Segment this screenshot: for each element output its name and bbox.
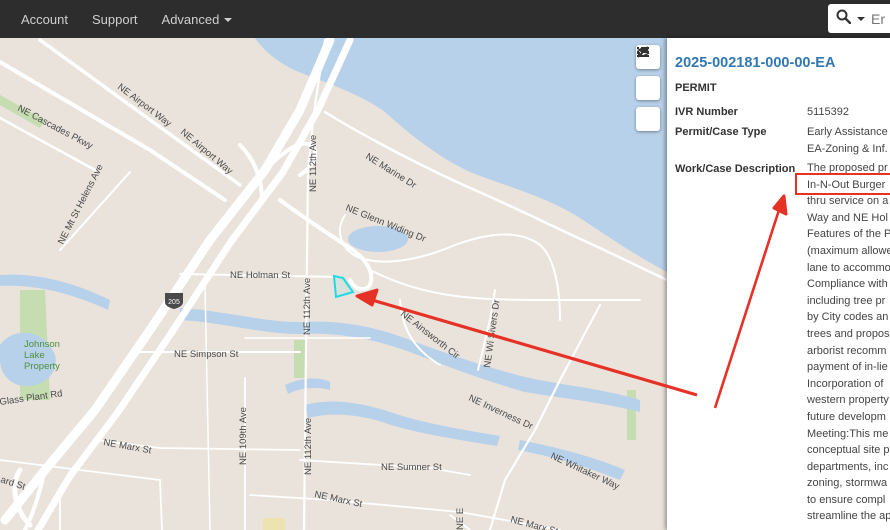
annotation-arrow-to-description: [713, 194, 788, 409]
annotation-arrow-to-parcel: [355, 288, 698, 397]
annotation-arrows: [355, 194, 788, 409]
